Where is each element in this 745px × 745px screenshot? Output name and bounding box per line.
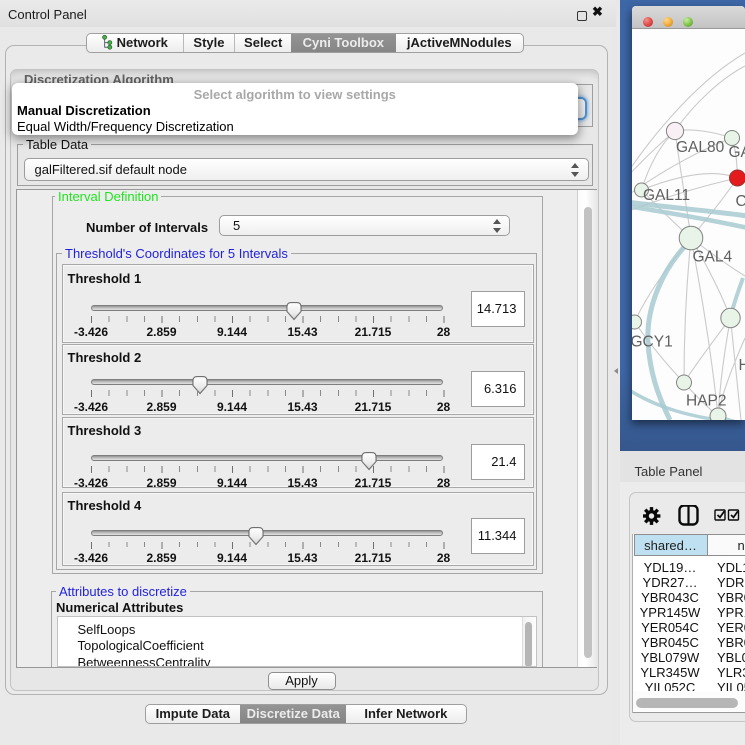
- svg-text:HIS4: HIS4: [739, 357, 745, 374]
- svg-text:GCY1: GCY1: [632, 334, 673, 351]
- svg-text:GAL80: GAL80: [676, 139, 725, 156]
- svg-text:CYC: CYC: [736, 193, 745, 210]
- svg-text:GAL11: GAL11: [643, 187, 690, 204]
- svg-text:HAP2: HAP2: [686, 393, 727, 410]
- svg-text:GAL10: GAL10: [729, 144, 745, 161]
- svg-text:GAL4: GAL4: [693, 249, 733, 266]
